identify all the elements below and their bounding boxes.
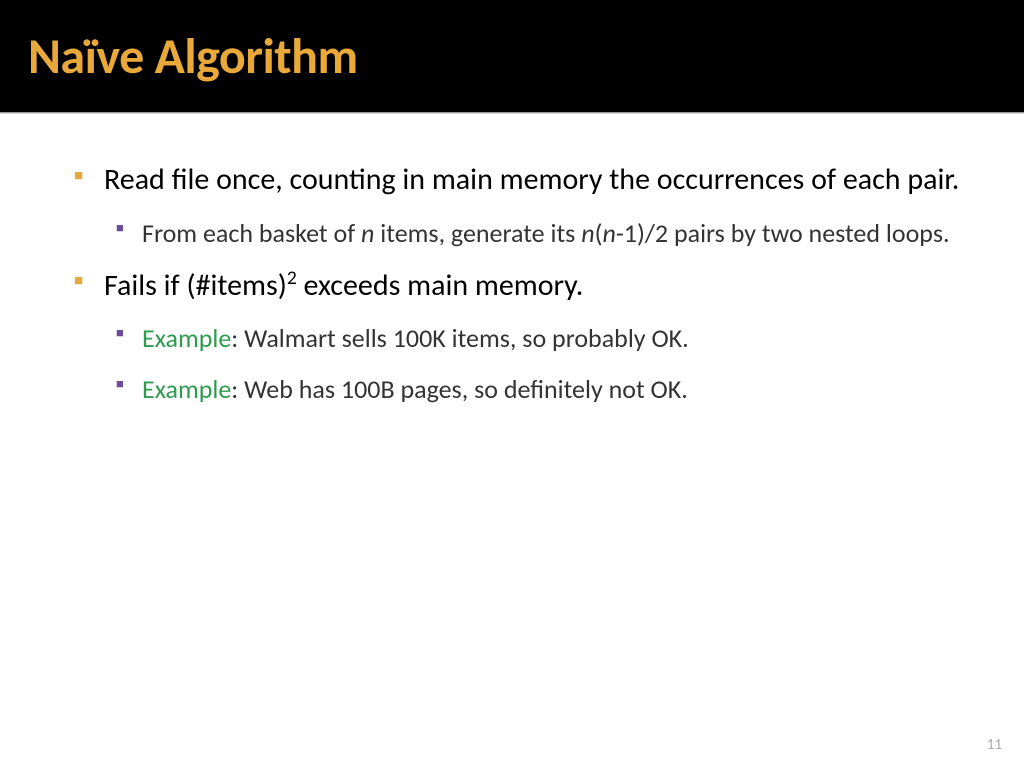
example-1-text: : Walmart sells 100K items, so probably … bbox=[231, 322, 688, 354]
page-number: 11 bbox=[987, 736, 1002, 754]
title-divider bbox=[0, 112, 1024, 114]
slide-body: Read file once, counting in main memory … bbox=[0, 122, 1024, 407]
b1s-n1: n bbox=[361, 217, 374, 249]
slide-title-bar: Naïve Algorithm bbox=[0, 0, 1024, 112]
b1s-pre: From each basket of bbox=[142, 217, 361, 249]
bullet-1: Read file once, counting in main memory … bbox=[70, 160, 964, 251]
b1s-tail: -1)/2 pairs by two nested loops. bbox=[616, 217, 950, 249]
b2-sup: 2 bbox=[287, 266, 297, 290]
b2-pre: Fails if (#items) bbox=[104, 267, 287, 304]
b1s-mid: items, generate its bbox=[374, 217, 581, 249]
b2-post: exceeds main memory. bbox=[297, 267, 584, 304]
slide-title: Naïve Algorithm bbox=[28, 26, 358, 87]
bullet-2: Fails if (#items)2 exceeds main memory. … bbox=[70, 265, 964, 407]
bullet-2-example-1: Example: Walmart sells 100K items, so pr… bbox=[104, 320, 964, 356]
example-2-text: : Web has 100B pages, so definitely not … bbox=[231, 373, 688, 405]
bullet-2-example-2: Example: Web has 100B pages, so definite… bbox=[104, 371, 964, 407]
bullet-1-sub: From each basket of n items, generate it… bbox=[104, 215, 964, 251]
b1s-n2: n bbox=[581, 217, 594, 249]
b1s-n3: n bbox=[602, 217, 615, 249]
example-label-2: Example bbox=[142, 373, 231, 405]
example-label-1: Example bbox=[142, 322, 231, 354]
bullet-1-text: Read file once, counting in main memory … bbox=[104, 161, 959, 198]
